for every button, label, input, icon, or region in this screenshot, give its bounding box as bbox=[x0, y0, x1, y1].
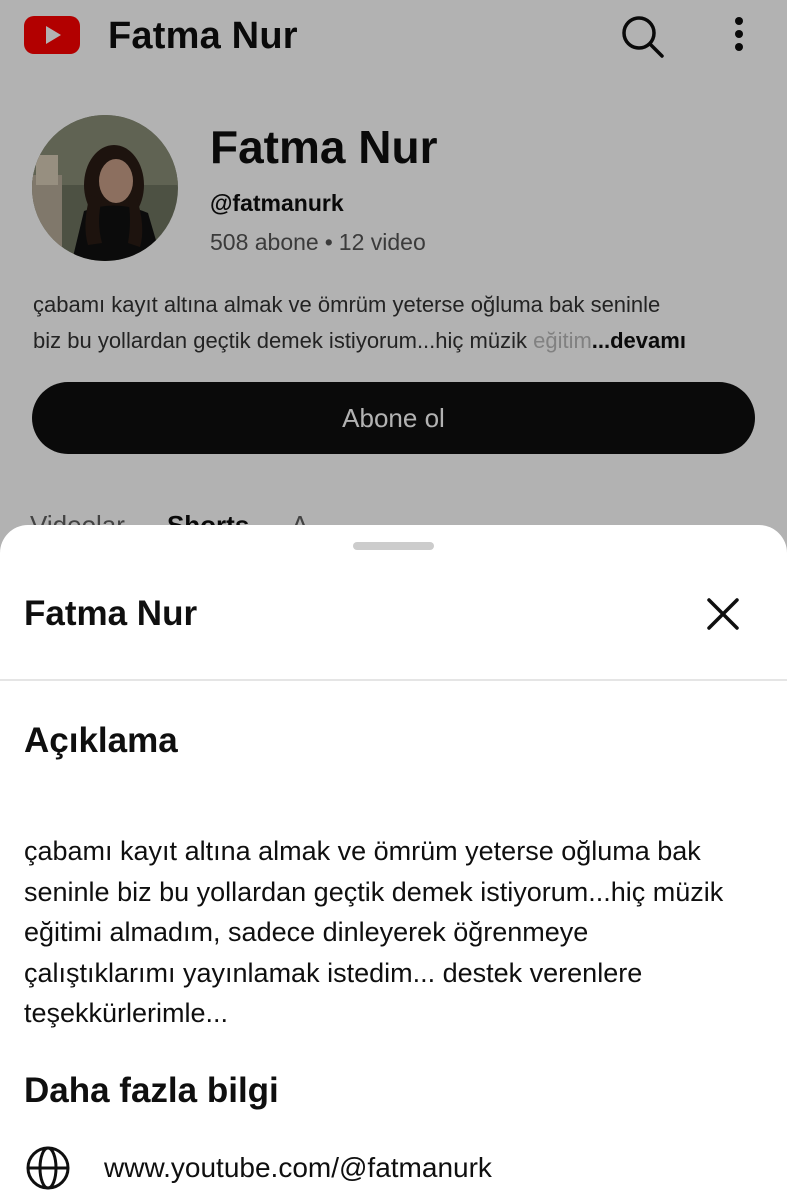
description-line: çabamı kayıt altına almak ve ömrüm yeter… bbox=[24, 836, 701, 866]
drag-handle[interactable] bbox=[353, 542, 434, 550]
sheet-title: Fatma Nur bbox=[24, 594, 198, 633]
about-bottom-sheet: Fatma Nur Açıklama çabamı kayıt altına a… bbox=[0, 525, 787, 1200]
description-line: eğitimi almadım, sadece dinleyerek öğren… bbox=[24, 917, 589, 947]
description-line: seninle biz bu yollardan geçtik demek is… bbox=[24, 876, 724, 907]
more-info-heading: Daha fazla bilgi bbox=[24, 1071, 279, 1110]
channel-link-row[interactable]: www.youtube.com/@fatmanurk bbox=[24, 1144, 764, 1192]
description-text: çabamı kayıt altına almak ve ömrüm yeter… bbox=[24, 831, 769, 1034]
globe-icon bbox=[26, 1146, 70, 1190]
close-icon[interactable] bbox=[700, 591, 746, 637]
divider bbox=[0, 679, 787, 681]
channel-link[interactable]: www.youtube.com/@fatmanurk bbox=[104, 1152, 492, 1184]
description-line: çalıştıklarımı yayınlamak istedim... des… bbox=[24, 957, 643, 988]
description-heading: Açıklama bbox=[24, 721, 178, 760]
description-line: teşekkürlerimle... bbox=[24, 998, 229, 1028]
screen: Fatma Nur Fatma Nur @fatmanurk 508 abone… bbox=[0, 0, 787, 1200]
